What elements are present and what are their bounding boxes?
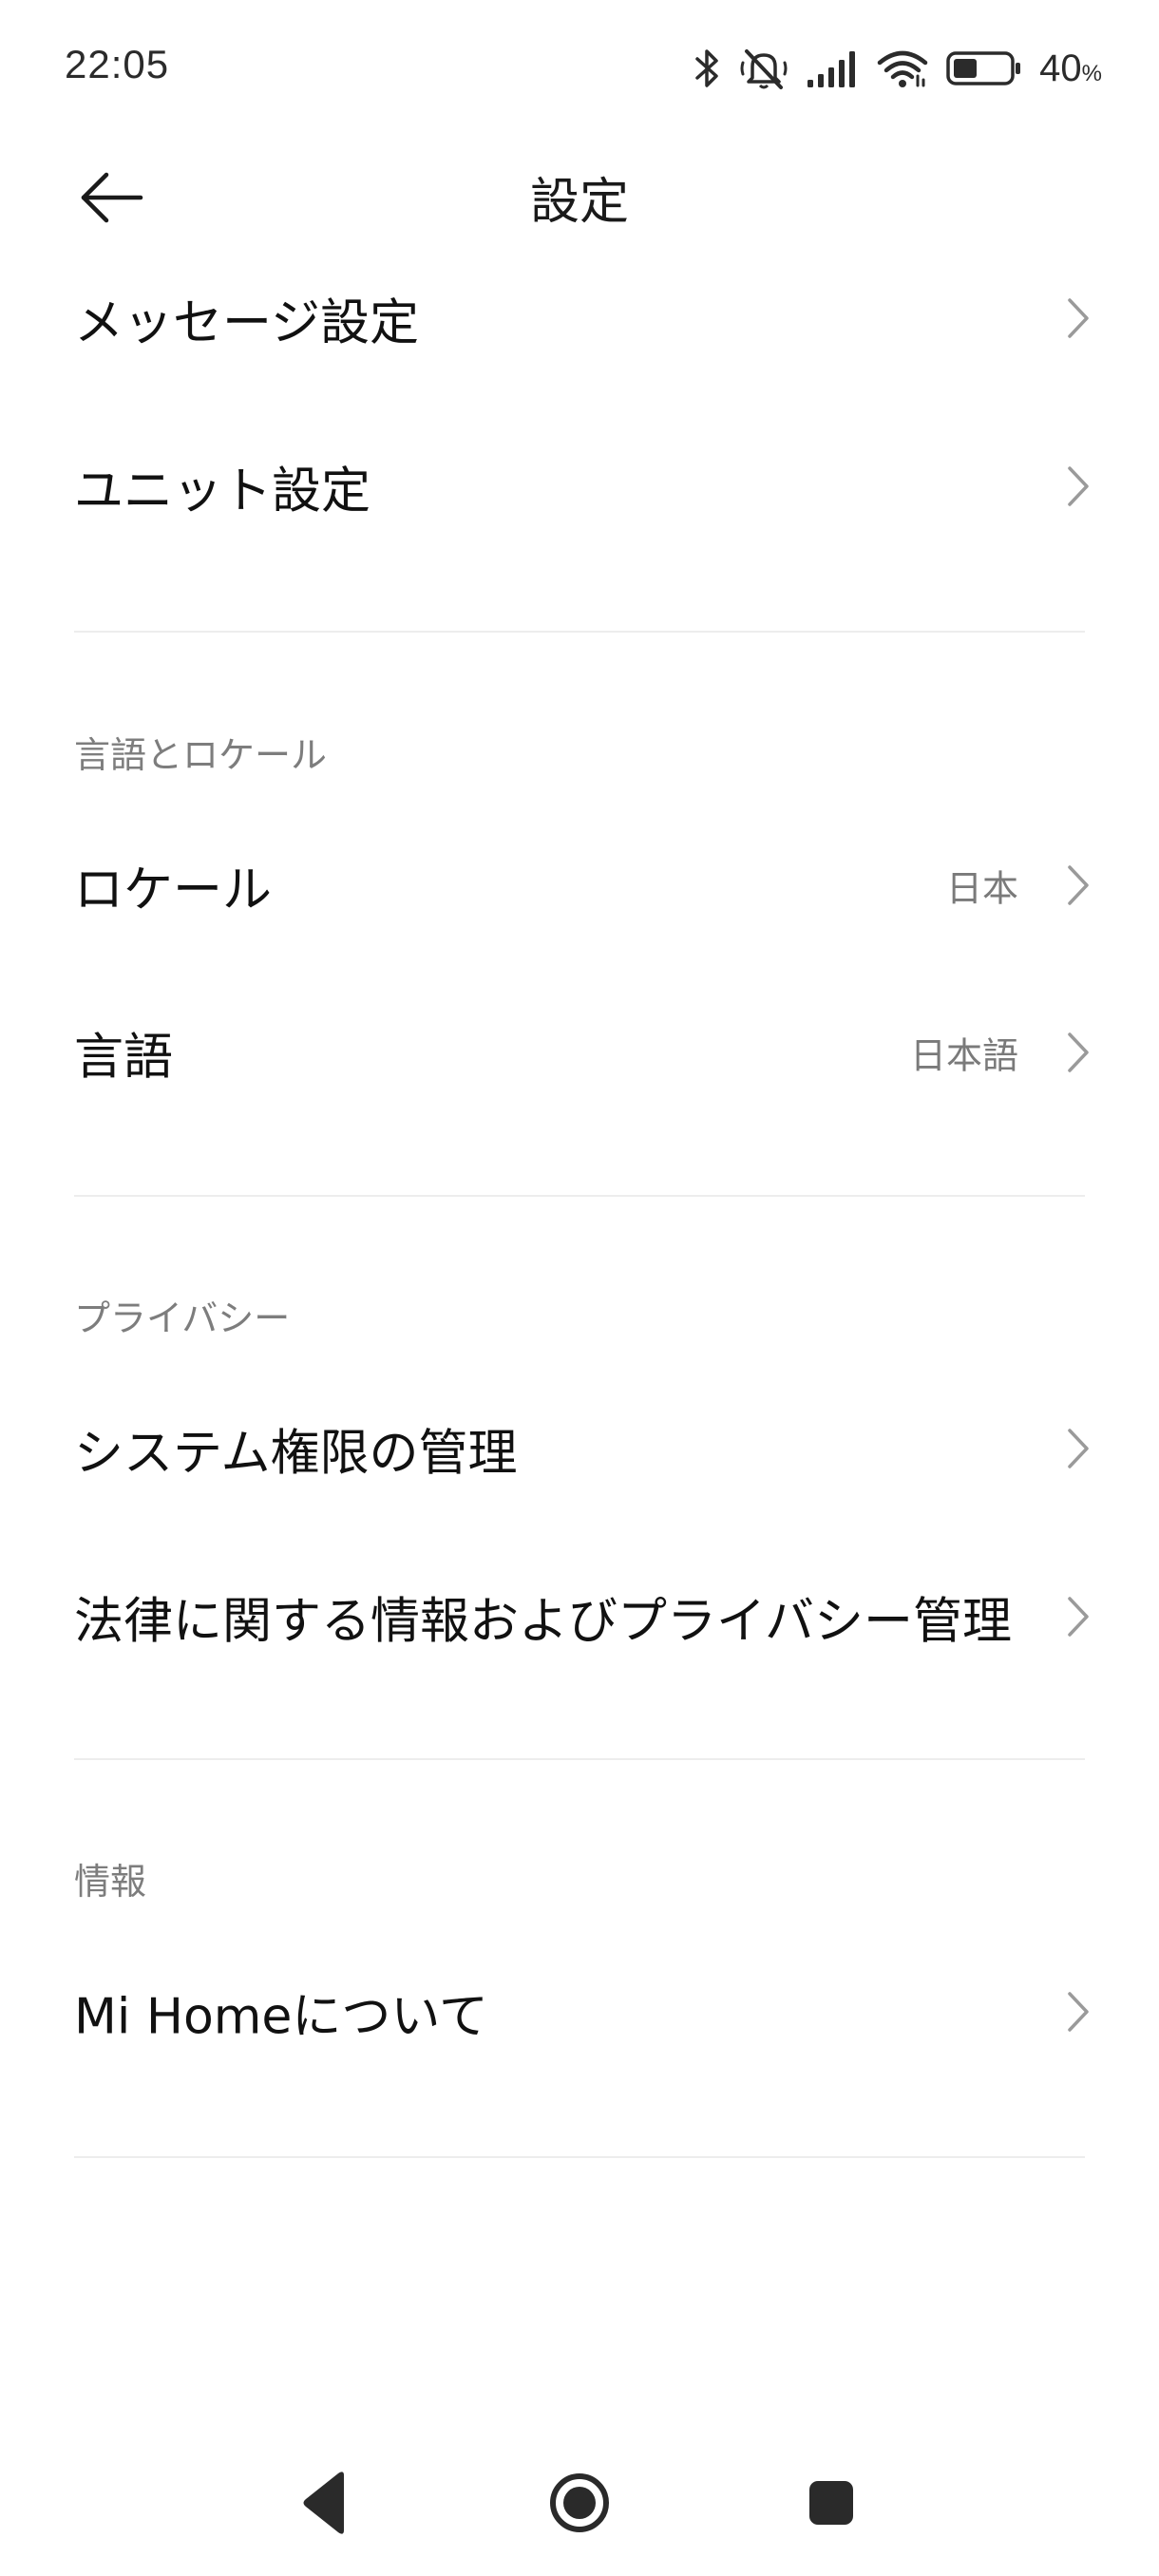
row-unit-settings[interactable]: ユニット設定 <box>0 415 1159 558</box>
chevron-right-icon <box>1068 865 1089 905</box>
divider <box>74 1195 1085 1197</box>
system-nav-bar <box>0 2432 1159 2576</box>
row-locale[interactable]: ロケール 日本 <box>0 814 1159 957</box>
settings-screen: 22:05 40% 設定 メッセージ設定 ユニット設定 言語とロケール ロケール… <box>0 0 1159 2576</box>
row-label: 法律に関する情報およびプライバシー管理 <box>74 1593 1012 1651</box>
row-label: システム権限の管理 <box>74 1425 518 1483</box>
mute-icon <box>739 46 788 91</box>
row-value: 日本 <box>945 867 1018 910</box>
divider <box>74 1758 1085 1760</box>
nav-back-button[interactable] <box>285 2460 370 2546</box>
row-label: ロケール <box>74 862 273 919</box>
recents-square-icon <box>809 2481 853 2525</box>
divider <box>74 631 1085 633</box>
row-label: Mi Homeについて <box>74 1988 488 2046</box>
chevron-right-icon <box>1068 298 1089 338</box>
section-title-privacy: プライバシー <box>74 1297 291 1339</box>
status-time: 22:05 <box>65 42 170 86</box>
status-icons: 40% <box>694 38 1102 99</box>
row-label: メッセージ設定 <box>74 294 419 352</box>
chevron-right-icon <box>1068 466 1089 506</box>
back-triangle-icon <box>303 2472 344 2534</box>
row-value: 日本語 <box>909 1034 1018 1077</box>
chevron-right-icon <box>1068 1429 1089 1468</box>
chevron-right-icon <box>1068 1597 1089 1637</box>
nav-home-button[interactable] <box>537 2460 622 2546</box>
chevron-right-icon <box>1068 1992 1089 2032</box>
bluetooth-icon <box>694 46 722 91</box>
signal-icon <box>806 47 859 89</box>
status-bar: 22:05 40% <box>0 0 1159 133</box>
battery-icon <box>946 49 1022 87</box>
row-about-mi-home[interactable]: Mi Homeについて <box>0 1941 1159 2083</box>
nav-recents-button[interactable] <box>788 2460 874 2546</box>
page-title: 設定 <box>529 174 629 231</box>
divider <box>74 2156 1085 2158</box>
section-title-language: 言語とロケール <box>74 734 328 776</box>
row-label: ユニット設定 <box>74 463 371 521</box>
header: 設定 <box>0 133 1159 256</box>
battery-percent: 40% <box>1039 47 1102 89</box>
row-language[interactable]: 言語 日本語 <box>0 981 1159 1124</box>
section-title-info: 情報 <box>74 1861 147 1903</box>
chevron-right-icon <box>1068 1032 1089 1072</box>
row-message-settings[interactable]: メッセージ設定 <box>0 247 1159 389</box>
row-label: 言語 <box>74 1029 174 1087</box>
wifi-icon <box>876 47 929 89</box>
home-circle-icon <box>550 2473 609 2532</box>
row-system-permissions[interactable]: システム権限の管理 <box>0 1377 1159 1520</box>
row-legal-privacy[interactable]: 法律に関する情報およびプライバシー管理 <box>0 1545 1159 1688</box>
